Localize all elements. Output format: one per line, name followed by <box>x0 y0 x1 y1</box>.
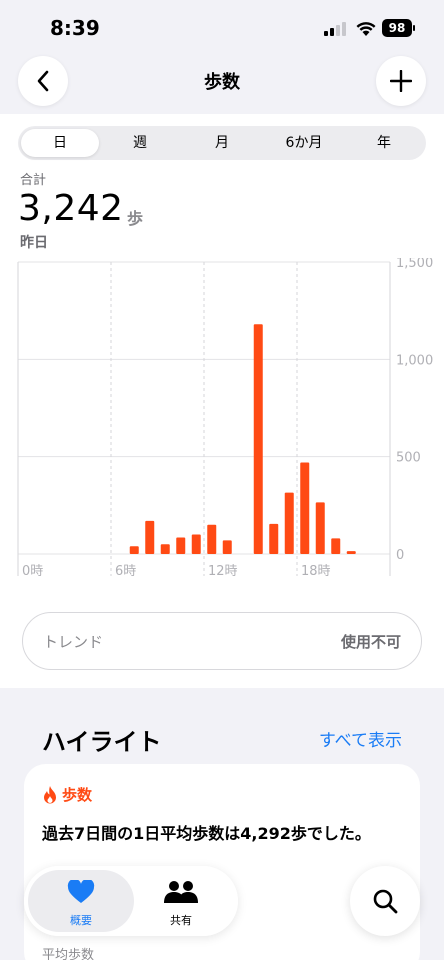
chart-bar <box>269 523 279 554</box>
tab-bar: 概要 共有 <box>24 866 238 936</box>
y-tick-label: 1,500 <box>396 258 433 271</box>
flame-icon <box>44 785 56 803</box>
chart-bar <box>331 538 341 554</box>
chart-bar <box>176 537 186 554</box>
chart-bar <box>207 524 217 554</box>
segment-6-months[interactable]: 6か月 <box>265 129 343 157</box>
tab-summary-label: 概要 <box>70 914 92 927</box>
chart-bar <box>222 540 232 554</box>
wifi-icon <box>356 22 376 36</box>
highlight-category: 歩数 <box>42 784 92 805</box>
highlight-message: 過去7日間の1日平均歩数は4,292歩でした。 <box>42 824 371 843</box>
segment-day[interactable]: 日 <box>21 129 99 157</box>
chart-bar <box>191 534 201 554</box>
date-label: 昨日 <box>20 235 48 251</box>
hourly-steps-chart[interactable]: 1,500 1,000 500 0 0時 6時 12時 18時 <box>0 258 444 584</box>
x-tick-label: 0時 <box>22 564 43 579</box>
highlights-heading: ハイライト <box>42 728 162 756</box>
chart-bar <box>300 462 310 554</box>
steps-detail-card: 日 週 月 6か月 年 合計 3,242 歩 昨日 1,500 1,000 500 0… <box>0 114 444 688</box>
y-tick-label: 1,000 <box>396 353 433 368</box>
chart-bar <box>253 324 263 554</box>
trend-label: トレンド <box>43 633 104 651</box>
chart-bar <box>145 520 155 554</box>
show-all-link[interactable]: すべて表示 <box>319 726 402 751</box>
highlight-subtitle: 平均歩数 <box>42 948 95 960</box>
segment-year[interactable]: 年 <box>345 129 423 157</box>
chart-bar <box>315 502 325 554</box>
segment-month[interactable]: 月 <box>183 129 261 157</box>
x-tick-label: 12時 <box>208 564 238 579</box>
status-bar: 8:39 98 <box>0 0 444 56</box>
total-label: 合計 <box>20 173 47 188</box>
search-button[interactable] <box>350 866 420 936</box>
highlight-category-label: 歩数 <box>62 786 93 804</box>
trend-status: 使用不可 <box>340 633 401 651</box>
time-range-segmented-control: 日 週 月 6か月 年 <box>18 126 426 160</box>
total-steps-value: 3,242 <box>18 188 124 229</box>
tab-summary[interactable]: 概要 <box>28 870 134 932</box>
total-steps-unit: 歩 <box>127 209 144 228</box>
search-icon <box>373 889 398 914</box>
plus-icon <box>390 70 412 92</box>
tab-sharing-label: 共有 <box>170 914 192 927</box>
chart-bar <box>284 492 294 554</box>
y-tick-label: 0 <box>396 548 404 563</box>
segment-week[interactable]: 週 <box>101 129 179 157</box>
people-icon <box>164 881 198 903</box>
y-tick-label: 500 <box>396 451 421 466</box>
x-tick-label: 18時 <box>301 564 331 579</box>
heart-icon <box>67 880 95 903</box>
chart-bar <box>346 551 356 554</box>
tab-sharing[interactable]: 共有 <box>128 870 234 932</box>
chart-bar <box>129 546 139 554</box>
add-data-button[interactable] <box>376 56 426 106</box>
chart-bar <box>160 544 170 554</box>
trend-button[interactable]: トレンド 使用不可 <box>22 612 422 670</box>
nav-bar: 歩数 <box>0 56 444 114</box>
cellular-signal-icon <box>324 22 348 36</box>
x-tick-label: 6時 <box>115 564 136 579</box>
battery-indicator: 98 <box>382 19 415 37</box>
status-time: 8:39 <box>50 16 100 40</box>
